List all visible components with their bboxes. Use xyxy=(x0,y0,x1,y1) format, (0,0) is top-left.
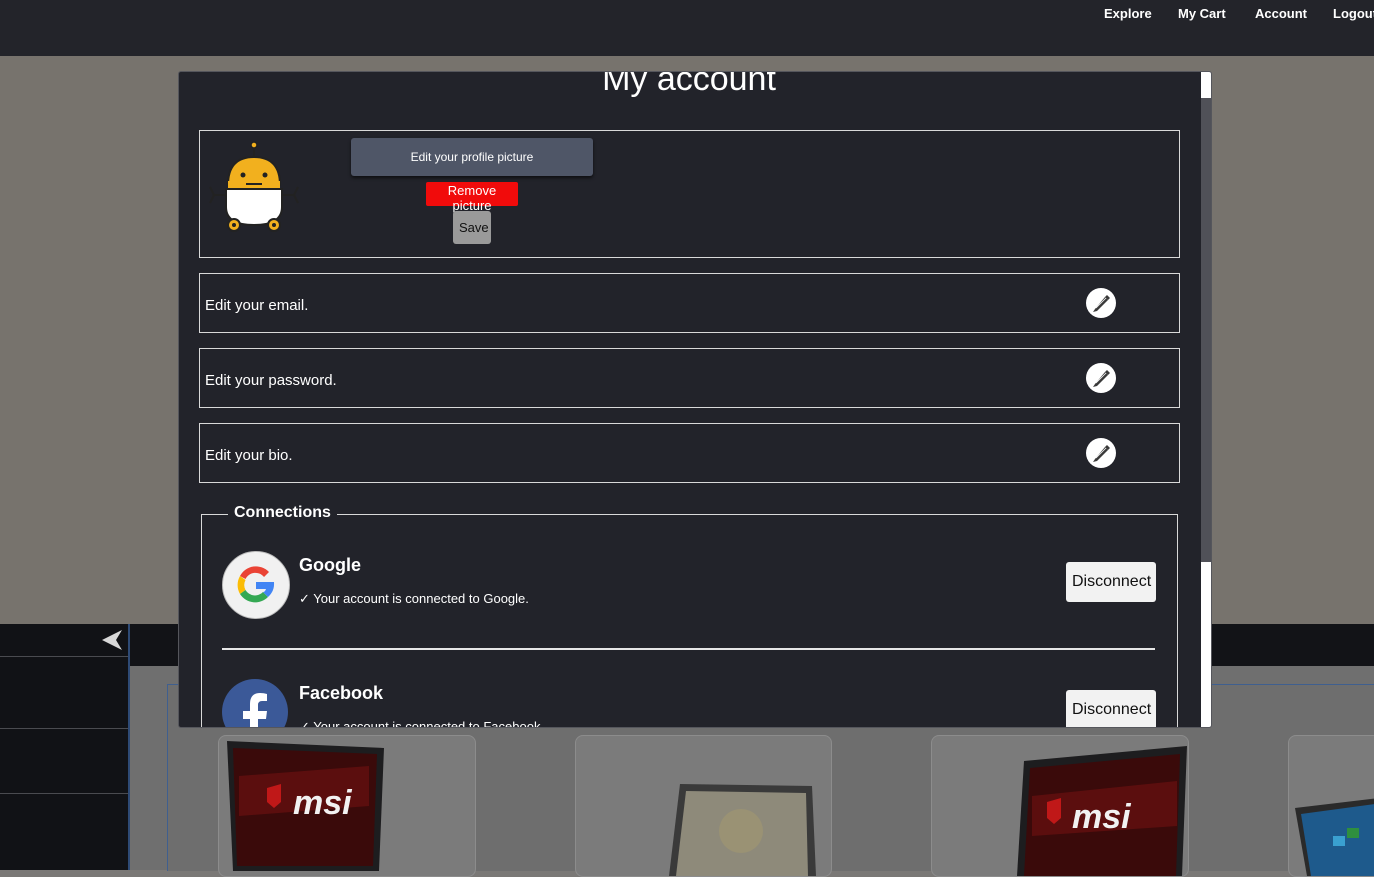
edit-email-row: Edit your email. xyxy=(199,273,1180,333)
product-brand: msi xyxy=(293,784,353,822)
robot-avatar xyxy=(209,141,299,232)
laptop-image: msi xyxy=(227,741,384,871)
remove-picture-button[interactable]: Remove picture xyxy=(426,182,518,213)
google-status: ✓ Your account is connected to Google. xyxy=(299,591,529,606)
nav-explore[interactable]: Explore xyxy=(1104,6,1152,21)
connections-divider xyxy=(222,648,1155,650)
nav-account[interactable]: Account xyxy=(1255,6,1307,21)
edit-profile-picture-button[interactable]: Edit your profile picture xyxy=(351,138,593,176)
pencil-icon[interactable] xyxy=(1086,288,1116,318)
sidebar-divider xyxy=(0,728,128,729)
edit-bio-row: Edit your bio. xyxy=(199,423,1180,483)
facebook-name: Facebook xyxy=(299,683,384,703)
facebook-logo xyxy=(222,679,288,727)
product-card[interactable]: msi xyxy=(931,735,1189,877)
scrollbar-thumb[interactable] xyxy=(1201,98,1211,562)
background-sidebar xyxy=(0,624,130,870)
nav-logout[interactable]: Logout xyxy=(1333,6,1374,21)
laptop-image: msi xyxy=(1017,746,1187,876)
product-brand: msi xyxy=(1072,798,1132,836)
pencil-icon[interactable] xyxy=(1086,363,1116,393)
google-logo xyxy=(222,551,290,619)
edit-bio-label: Edit your bio. xyxy=(205,447,293,464)
modal-title: My account xyxy=(602,71,776,98)
product-card[interactable] xyxy=(1288,735,1374,877)
disconnect-facebook-button[interactable]: Disconnect xyxy=(1066,690,1156,727)
product-card[interactable] xyxy=(575,735,832,877)
laptop-image xyxy=(669,784,816,876)
connections-section: Connections Google ✓ Your account is con… xyxy=(201,504,1178,728)
google-name: Google xyxy=(299,555,361,575)
laptop-image xyxy=(1295,798,1374,876)
edit-password-label: Edit your password. xyxy=(205,372,337,389)
product-card[interactable]: msi xyxy=(218,735,476,877)
disconnect-google-button[interactable]: Disconnect xyxy=(1066,562,1156,602)
nav-my-cart[interactable]: My Cart xyxy=(1178,6,1226,21)
pencil-icon[interactable] xyxy=(1086,438,1116,468)
sidebar-divider xyxy=(0,656,128,657)
sidebar-divider xyxy=(0,793,128,794)
facebook-status: ✓ Your account is connected to Facebook. xyxy=(299,719,545,728)
collapse-arrow-icon[interactable] xyxy=(100,628,124,652)
edit-email-label: Edit your email. xyxy=(205,297,309,314)
connections-legend: Connections xyxy=(228,504,337,522)
top-navbar: Explore My Cart Account Logout xyxy=(0,0,1374,56)
modal-scrollbar[interactable] xyxy=(1201,72,1211,727)
account-modal: My account Edit your profile picture Rem… xyxy=(178,71,1212,728)
profile-picture-panel: Edit your profile picture Remove picture… xyxy=(199,130,1180,258)
edit-password-row: Edit your password. xyxy=(199,348,1180,408)
save-button[interactable]: Save xyxy=(453,211,491,244)
